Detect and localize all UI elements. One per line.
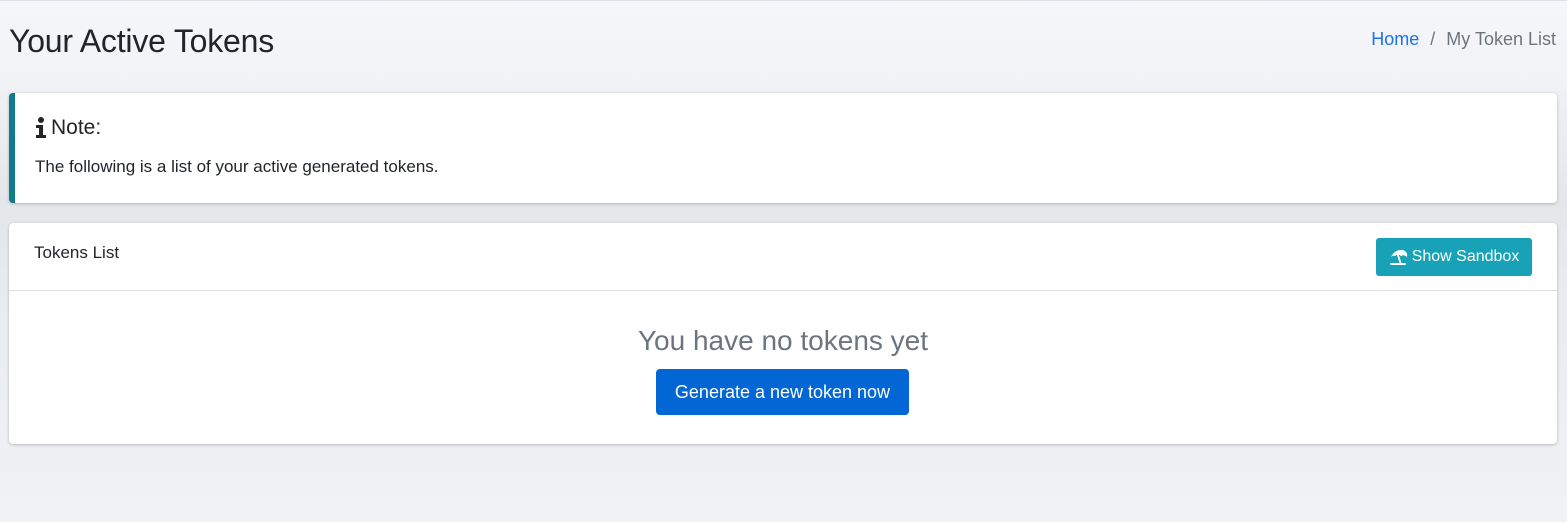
note-text: The following is a list of your active g… — [35, 157, 439, 176]
tokens-card-title: Tokens List — [34, 243, 120, 262]
breadcrumb: Home / My Token List — [1371, 29, 1556, 50]
breadcrumb-home-link[interactable]: Home — [1371, 29, 1419, 50]
page-title: Your Active Tokens — [9, 23, 275, 59]
note-title: Note: — [51, 116, 102, 139]
umbrella-beach-icon — [1389, 248, 1409, 266]
info-icon — [35, 116, 47, 140]
breadcrumb-current: My Token List — [1446, 29, 1556, 49]
breadcrumb-separator: / — [1430, 29, 1436, 49]
tokens-card-header: Tokens List Show Sandbox — [9, 223, 1557, 291]
show-sandbox-label: Show Sandbox — [1411, 248, 1520, 265]
note-heading: Note: — [35, 116, 101, 140]
tokens-card: Tokens List Show Sandbox You have no tok… — [9, 223, 1557, 444]
note-callout: Note: The following is a list of your ac… — [9, 93, 1557, 203]
empty-state-message: You have no tokens yet — [637, 325, 929, 356]
generate-token-button[interactable]: Generate a new token now — [656, 369, 909, 415]
show-sandbox-button[interactable]: Show Sandbox — [1376, 238, 1532, 276]
